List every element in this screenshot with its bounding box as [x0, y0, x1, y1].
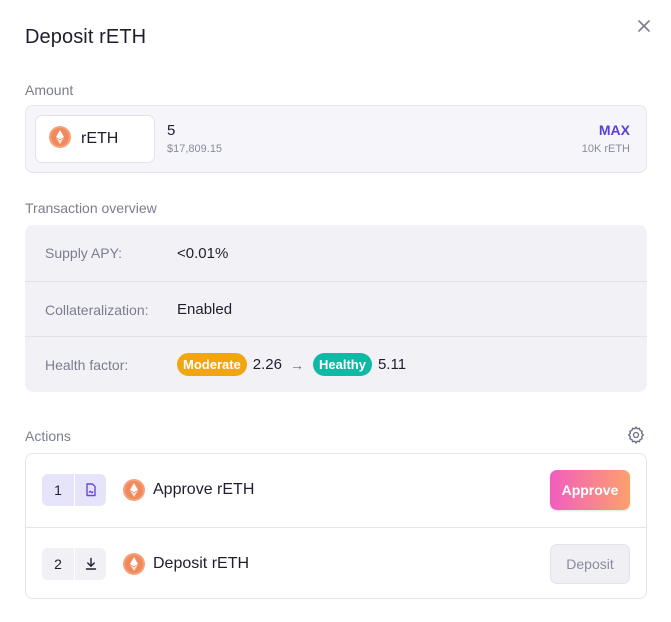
- transaction-overview: Supply APY: <0.01% Collateralization: En…: [25, 225, 647, 392]
- step-number: 2: [54, 556, 62, 572]
- reth-token-icon: [123, 479, 145, 506]
- actions-label: Actions: [25, 428, 71, 444]
- health-factor-value: Moderate 2.26 → Healthy 5.11: [177, 353, 414, 376]
- deposit-modal: Deposit rETH Amount rETH 5 $17,809.15 MA…: [0, 0, 671, 622]
- amount-label: Amount: [25, 82, 74, 98]
- healthy-status-badge: Healthy: [313, 353, 372, 376]
- download-icon: [74, 548, 106, 580]
- sign-document-icon: [74, 474, 106, 506]
- health-factor-next: 5.11: [377, 356, 407, 373]
- arrow-right-icon: →: [290, 356, 304, 373]
- reth-token-icon: [123, 553, 145, 580]
- health-factor-row: Health factor: Moderate 2.26 → Healthy 5…: [25, 336, 647, 392]
- approve-step-label: Approve rETH: [153, 481, 255, 498]
- amount-field[interactable]: 5: [167, 122, 175, 139]
- deposit-step-row: 2 Deposit rETH Deposit: [26, 527, 646, 599]
- max-button[interactable]: MAX: [599, 122, 630, 138]
- wallet-balance: 10K rETH: [581, 143, 630, 155]
- supply-apy-row: Supply APY: <0.01%: [25, 225, 647, 281]
- step-indicator-2: 2: [42, 548, 106, 580]
- supply-apy-value: <0.01%: [177, 244, 229, 262]
- health-factor-label: Health factor:: [45, 356, 129, 373]
- token-selector[interactable]: rETH: [35, 115, 155, 163]
- close-icon[interactable]: [632, 14, 656, 38]
- step-indicator-1: 1: [42, 474, 106, 506]
- approve-step-row: 1 Approve rETH Approve: [26, 454, 646, 526]
- supply-apy-label: Supply APY:: [45, 245, 123, 261]
- token-symbol: rETH: [81, 130, 119, 147]
- overview-label: Transaction overview: [25, 200, 157, 216]
- approve-button[interactable]: Approve: [550, 470, 630, 510]
- deposit-step-label: Deposit rETH: [153, 555, 250, 572]
- actions-panel: 1 Approve rETH Approve 2 Deposit rETH De…: [25, 453, 647, 599]
- collateralization-value: Enabled: [177, 301, 233, 318]
- moderate-status-badge: Moderate: [177, 353, 247, 376]
- reth-token-icon: [49, 125, 71, 153]
- health-factor-current: 2.26: [252, 356, 282, 373]
- step-number: 1: [54, 482, 62, 498]
- collateralization-label: Collateralization:: [45, 301, 149, 318]
- amount-usd-value: $17,809.15: [167, 143, 223, 155]
- deposit-button[interactable]: Deposit: [550, 544, 630, 584]
- gear-icon[interactable]: [626, 425, 646, 445]
- amount-input-box[interactable]: rETH 5 $17,809.15 MAX 10K rETH: [25, 105, 647, 173]
- collateralization-row: Collateralization: Enabled: [25, 281, 647, 337]
- modal-title: Deposit rETH: [25, 26, 147, 48]
